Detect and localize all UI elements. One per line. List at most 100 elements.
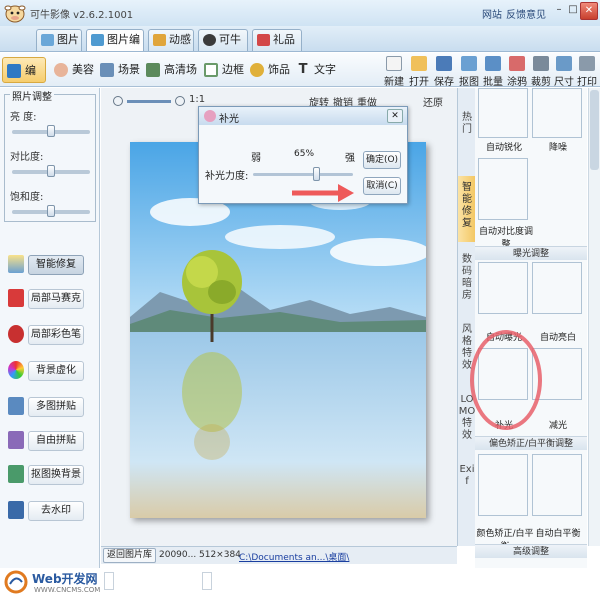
tool-tab-beauty[interactable]: 美容 [50,57,94,83]
open-button[interactable]: 打开 [407,55,431,88]
effect-thumbnail[interactable] [478,158,528,220]
slider-thumb[interactable] [47,125,55,137]
tool-tab-label: 场景 [118,63,140,76]
beauty-icon [54,63,68,77]
effect-thumbnail[interactable] [478,454,528,516]
dialog-cancel-button[interactable]: 取消(C) [363,177,401,195]
tool-tab-scene[interactable]: 场景 [96,57,140,83]
batch-button[interactable]: 批量 [481,55,505,88]
print-button[interactable]: 打印 [575,55,599,88]
tool-tab-edit[interactable]: 编辑 [2,57,46,103]
button-label: 智能修复 [28,255,84,275]
section-advanced[interactable]: 高级调整 [475,544,587,558]
camera-icon [203,34,216,46]
zoom-slider[interactable] [127,100,171,103]
button-label: 多图拼贴 [28,397,84,417]
tool-tab-label: 饰品 [268,63,290,76]
smart-repair-button[interactable]: 智能修复 [4,252,96,278]
tool-label: 抠图 [459,77,479,88]
tab-gift[interactable]: 礼品制作 [252,29,302,66]
vtab-smart-repair[interactable]: 智能修复 [458,176,476,242]
cow-logo-icon [4,5,26,23]
slider-thumb[interactable] [47,205,55,217]
website-link[interactable]: 网站 [482,6,502,21]
remove-watermark-icon [8,501,24,519]
restore-label[interactable]: 还原 [423,94,443,109]
feedback-link[interactable]: 反馈意见 [506,6,546,21]
effect-thumbnail[interactable] [478,262,528,314]
mosaic-icon [8,289,24,307]
tool-tab-hd-scene[interactable]: 高清场景 [142,57,198,102]
highlight-circle [470,330,542,430]
button-label: 背景虚化 [28,361,84,381]
zoom-out-icon[interactable] [113,96,123,106]
tab-flash-gif[interactable]: 动感闪图 [148,29,194,66]
button-label: 局部马赛克 [28,289,84,309]
tab-picture-library[interactable]: 图片库 [36,29,82,66]
file-path[interactable]: C:\Documents an...\桌面\ [239,550,349,563]
color-pen-button[interactable]: 局部彩色笔 [4,322,96,348]
dialog-app-icon [204,110,216,122]
effect-thumbnail[interactable] [532,262,582,314]
photo-adjust-title: 照片调整 [10,88,54,103]
size-icon [556,56,572,71]
tool-label: 涂鸦 [507,77,527,88]
close-button[interactable]: ✕ [580,2,598,20]
saturation-slider[interactable] [12,205,90,217]
remove-watermark-button[interactable]: 去水印 [4,498,96,524]
tool-label: 批量 [483,77,503,88]
contrast-slider[interactable] [12,165,90,177]
effect-thumbnail[interactable] [532,454,582,516]
strength-slider-thumb[interactable] [313,167,321,181]
size-button[interactable]: 尺寸 [552,55,576,88]
tool-tab-accessory[interactable]: 饰品 [246,57,290,83]
effect-thumbnail[interactable] [532,88,582,138]
slider-thumb[interactable] [47,165,55,177]
tool-tab-frame[interactable]: 边框 [200,57,244,83]
cutout-button[interactable]: 抠图 [457,55,481,88]
button-label: 抠图换背景 [28,465,84,485]
effect-thumbnail[interactable] [478,88,528,138]
zoom-in-icon[interactable] [175,96,185,106]
maximize-button[interactable]: □ [566,2,580,20]
tool-tab-label: 文字 [314,63,336,76]
app-title: 可牛影像 v2.6.2.1001 [30,10,134,21]
vtab-popular[interactable]: 热门 [458,98,476,168]
strength-label: 补光力度: [205,171,249,182]
title-bar: 可牛影像 v2.6.2.1001 网站 反馈意见 – □ ✕ [0,0,600,26]
scrollbar-thumb[interactable] [590,90,599,170]
tab-camera[interactable]: 可牛拍照 [198,29,248,66]
vtab-exif[interactable]: Exif [458,458,476,518]
color-pen-icon [8,325,24,343]
actual-size-label[interactable]: 1:1 [189,94,205,105]
annotation-arrow [292,184,354,202]
section-exposure[interactable]: 曝光调整 [475,246,587,260]
collage-button[interactable]: 多图拼贴 [4,394,96,420]
minimize-button[interactable]: – [552,2,566,20]
cutout-bg-icon [8,465,24,483]
blur-icon [8,361,24,379]
vtab-digital-darkroom[interactable]: 数码暗房 [458,248,476,314]
picture-library-icon [41,34,54,46]
page-scroll-right[interactable] [202,572,212,590]
free-collage-button[interactable]: 自由拼贴 [4,428,96,454]
mosaic-button[interactable]: 局部马赛克 [4,286,96,312]
tool-tab-text[interactable]: T 文字 [292,57,336,83]
new-button[interactable]: 新建 [382,55,406,88]
back-to-library-button[interactable]: 返回图片库 [103,548,157,563]
page-scroll-left[interactable] [104,572,114,590]
dialog-ok-button[interactable]: 确定(O) [363,151,401,169]
crop-button[interactable]: 裁剪 [529,55,553,88]
strength-slider[interactable] [253,167,353,181]
effects-scrollbar[interactable] [588,88,600,546]
tool-tab-label: 美容 [72,63,94,76]
doodle-button[interactable]: 涂鸦 [505,55,529,88]
brightness-slider[interactable] [12,125,90,137]
dialog-close-button[interactable]: ✕ [387,109,403,123]
tool-label: 保存 [434,77,454,88]
tab-picture-edit[interactable]: 图片编辑 [86,29,144,66]
background-blur-button[interactable]: 背景虚化 [4,358,96,384]
save-button[interactable]: 保存 [432,55,456,88]
cutout-background-button[interactable]: 抠图换背景 [4,462,96,488]
section-color-balance[interactable]: 偏色矫正/白平衡调整 [475,436,587,450]
